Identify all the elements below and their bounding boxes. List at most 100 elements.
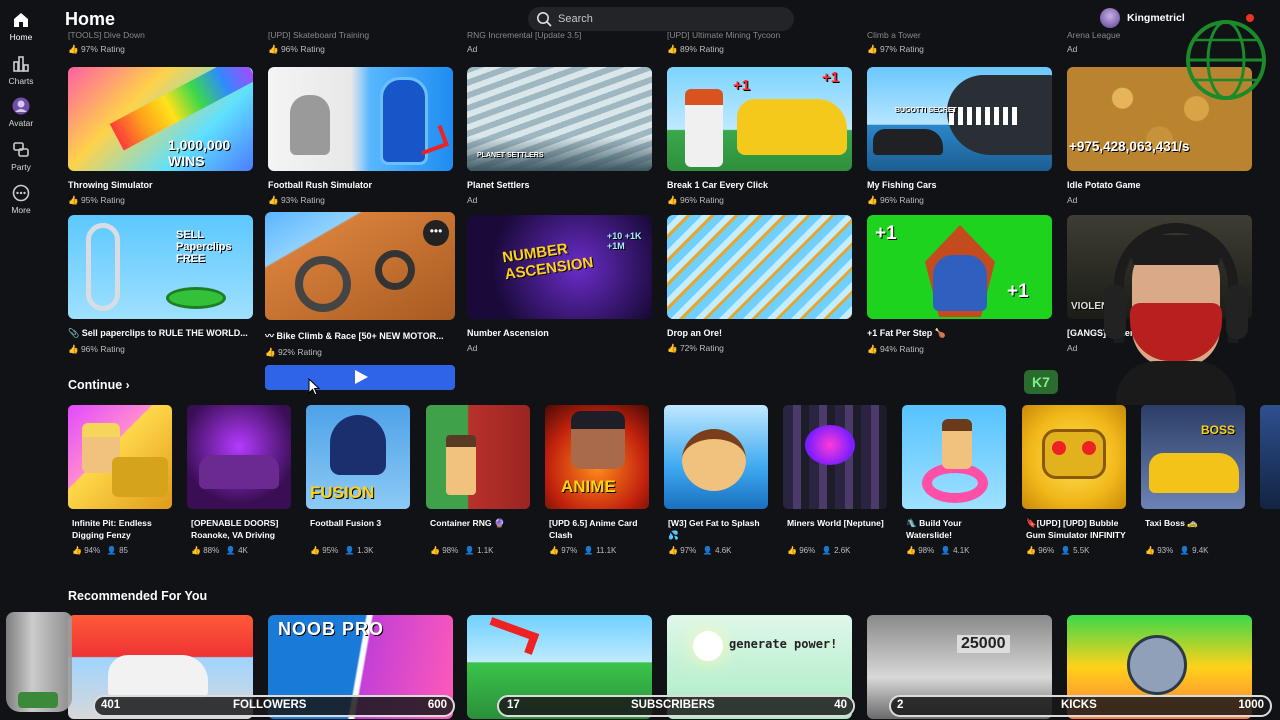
play-button[interactable] (265, 365, 455, 390)
sidebar-item-home[interactable]: Home (0, 11, 42, 42)
game-thumbnail[interactable]: +1 +1 (867, 215, 1052, 319)
game-thumbnail[interactable]: SELL Paperclips FREE (68, 215, 253, 319)
thumbnail-text: 1,000,000 WINS (168, 137, 231, 169)
play-icon (355, 370, 368, 384)
game-thumbnail[interactable] (902, 405, 1006, 509)
user-profile[interactable]: Kingmetricl (1100, 8, 1185, 28)
top-strip-rating: 👍 97% Rating (68, 44, 125, 54)
game-stats: 👍 93% 👤 9.4K (1145, 546, 1209, 555)
game-thumbnail[interactable]: ANIME (545, 405, 649, 509)
game-tile[interactable]: Drop an Ore! 👍 72% Rating (667, 215, 852, 354)
game-stats: 👍 97% 👤 11.1K (549, 546, 617, 555)
game-thumbnail[interactable]: BOSS (1141, 405, 1245, 509)
top-strip-title: [TOOLS] Dive Down (68, 30, 145, 40)
thumbnail-text: +975,428,063,431/s (1069, 139, 1190, 154)
sidebar-item-more[interactable]: More (0, 184, 42, 215)
game-title: [W3] Get Fat to Splash 💦 (668, 518, 760, 540)
game-thumbnail[interactable]: FUSION (306, 405, 410, 509)
continue-tile[interactable]: ANIME [UPD 6.5] Anime Card Clash 👍 97% 👤… (545, 405, 649, 555)
sidebar-item-party[interactable]: Party (0, 141, 42, 172)
sidebar-item-avatar[interactable]: Avatar (0, 97, 42, 128)
game-thumbnail[interactable]: NUMBER ASCENSION +10 +1K +1M (467, 215, 652, 319)
game-thumbnail[interactable] (268, 67, 453, 171)
continue-tile[interactable]: 🛝 Build Your Waterslide! 👍 98% 👤 4.1K (902, 405, 1006, 555)
game-title: Break 1 Car Every Click (667, 180, 769, 190)
kicks-goal-bar: 2 KICKS 1000 (889, 695, 1272, 717)
subscribers-count: 17 (507, 699, 520, 711)
home-icon (14, 13, 28, 27)
game-stats: 👍 95% 👤 1.3K (310, 546, 374, 555)
sidebar-item-charts[interactable]: Charts (0, 55, 42, 86)
section-title-continue[interactable]: Continue › (68, 378, 130, 392)
top-strip-title: [UPD] Skateboard Training (268, 30, 370, 40)
sidebar-item-label: Party (11, 162, 31, 172)
continue-tile[interactable]: Miners World [Neptune] 👍 96% 👤 2.6K (783, 405, 887, 555)
game-title: [OPENABLE DOORS] Roanoke, VA Driving (191, 518, 279, 540)
thumbnail-text: SELL Paperclips FREE (176, 229, 232, 265)
game-rating: 👍 95% Rating (68, 195, 125, 205)
followers-label: FOLLOWERS (233, 699, 307, 711)
game-thumbnail[interactable]: 1,000,000 WINS (68, 67, 253, 171)
game-thumbnail[interactable]: ••• (265, 212, 455, 320)
sidebar-item-label: Home (9, 32, 33, 42)
game-thumbnail[interactable] (68, 405, 172, 509)
game-title: 📎 Sell paperclips to RULE THE WORLD... (68, 328, 248, 338)
continue-tile[interactable]: Container RNG 🔮 👍 98% 👤 1.1K (426, 405, 530, 555)
game-title: +1 Fat Per Step 🍗 (867, 328, 946, 338)
game-stats: 👍 97% 👤 4.6K (668, 546, 732, 555)
game-stats: 👍 98% 👤 1.1K (430, 546, 494, 555)
charts-icon (13, 56, 29, 72)
followers-goal: 600 (427, 699, 447, 711)
continue-tile[interactable]: BOSS Taxi Boss 🚕 👍 93% 👤 9.4K (1141, 405, 1245, 555)
search-bar[interactable]: Search (528, 7, 794, 31)
game-thumbnail[interactable] (426, 405, 530, 509)
game-tile[interactable]: PLANET SETTLERS Planet Settlers Ad (467, 67, 652, 205)
avatar[interactable] (1100, 8, 1120, 28)
continue-tile[interactable]: Infinite Pit: Endless Digging Fenzy 👍 94… (68, 405, 172, 555)
game-tile-hovered[interactable]: ••• 〰 Bike Climb & Race [50+ NEW MOTOR..… (265, 212, 455, 358)
top-strip-title: Arena League (1067, 30, 1121, 40)
game-tile[interactable]: Football Rush Simulator 👍 93% Rating (268, 67, 453, 206)
search-input[interactable]: Search (558, 13, 593, 25)
avatar-icon (12, 97, 30, 115)
game-tile[interactable]: SELL Paperclips FREE 📎 Sell paperclips t… (68, 215, 253, 355)
game-thumbnail[interactable] (187, 405, 291, 509)
game-title: Infinite Pit: Endless Digging Fenzy (72, 518, 152, 540)
thumbnail-text: +1 (733, 77, 751, 94)
game-title: 🔖[UPD] [UPD] Bubble Gum Simulator INFINI… (1026, 518, 1126, 540)
continue-tile-partial[interactable] (1260, 405, 1280, 509)
game-title: Planet Settlers (467, 180, 530, 190)
game-thumbnail[interactable] (783, 405, 887, 509)
game-rating: Ad (467, 343, 478, 353)
game-tile[interactable]: 1,000,000 WINS Throwing Simulator 👍 95% … (68, 67, 253, 206)
continue-tile[interactable]: 🔖[UPD] [UPD] Bubble Gum Simulator INFINI… (1022, 405, 1126, 555)
game-tile[interactable]: NUMBER ASCENSION +10 +1K +1M Number Asce… (467, 215, 652, 353)
username: Kingmetricl (1127, 12, 1185, 24)
game-rating: 👍 96% Rating (867, 195, 924, 205)
webcam-overlay (1092, 215, 1260, 405)
game-title: Miners World [Neptune] (787, 518, 884, 528)
game-tile[interactable]: BUGOTTI SECRET My Fishing Cars 👍 96% Rat… (867, 67, 1052, 206)
thumbnail-text: generate power! (729, 637, 838, 651)
top-strip-title: Climb a Tower (867, 30, 921, 40)
continue-tile[interactable]: [W3] Get Fat to Splash 💦 👍 97% 👤 4.6K (664, 405, 768, 555)
game-thumbnail[interactable] (1022, 405, 1126, 509)
game-title: 〰 Bike Climb & Race [50+ NEW MOTOR... (265, 331, 444, 341)
continue-tile[interactable]: FUSION Football Fusion 3 👍 95% 👤 1.3K (306, 405, 410, 555)
game-tile[interactable]: +1 +1 Break 1 Car Every Click 👍 96% Rati… (667, 67, 852, 206)
thumbnail-text: FUSION (310, 483, 375, 502)
cup-overlay (2, 612, 76, 718)
thumbnail-text: ANIME (561, 477, 616, 496)
game-thumbnail[interactable]: BUGOTTI SECRET (867, 67, 1052, 171)
game-thumbnail[interactable] (667, 215, 852, 319)
game-rating: 👍 96% Rating (667, 195, 724, 205)
subscribers-goal: 40 (834, 699, 847, 711)
game-stats: 👍 94% 👤 85 (72, 546, 128, 555)
continue-tile[interactable]: [OPENABLE DOORS] Roanoke, VA Driving 👍 8… (187, 405, 291, 555)
game-thumbnail[interactable] (664, 405, 768, 509)
game-tile[interactable]: +1 +1 +1 Fat Per Step 🍗 👍 94% Rating (867, 215, 1052, 355)
kicks-count: 2 (897, 699, 904, 711)
game-thumbnail[interactable]: +1 +1 (667, 67, 852, 171)
more-options-icon[interactable]: ••• (423, 220, 449, 246)
game-thumbnail[interactable]: PLANET SETTLERS (467, 67, 652, 171)
